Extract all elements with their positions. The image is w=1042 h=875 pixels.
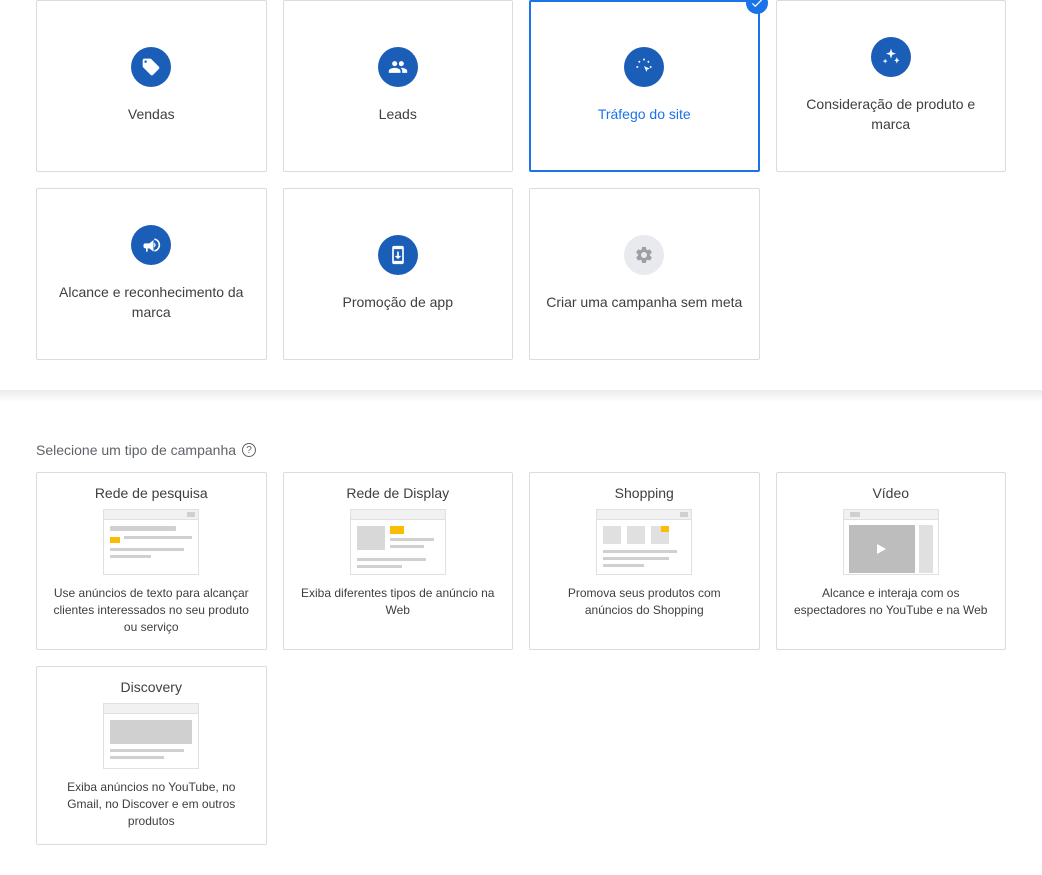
thumb-shopping	[596, 509, 692, 575]
goal-card-vendas[interactable]: Vendas	[36, 0, 267, 172]
gear-icon	[624, 235, 664, 275]
goal-label: Promoção de app	[332, 293, 463, 313]
check-icon	[746, 0, 768, 14]
app-download-icon	[378, 235, 418, 275]
type-title: Vídeo	[872, 485, 909, 501]
type-desc: Use anúncios de texto para alcançar clie…	[47, 585, 256, 635]
type-title: Discovery	[121, 679, 182, 695]
goals-grid: Vendas Leads Tráfego do site Consideraçã…	[36, 0, 1006, 360]
types-grid: Rede de pesquisa Use anúncios de texto p…	[36, 472, 1006, 845]
type-desc: Alcance e interaja com os espectadores n…	[787, 585, 996, 619]
type-title: Shopping	[615, 485, 674, 501]
thumb-search	[103, 509, 199, 575]
type-card-discovery[interactable]: Discovery Exiba anúncios no YouTube, no …	[36, 666, 267, 844]
goal-card-trafego[interactable]: Tráfego do site	[529, 0, 760, 172]
goals-section: Vendas Leads Tráfego do site Consideraçã…	[0, 0, 1042, 390]
type-desc: Promova seus produtos com anúncios do Sh…	[540, 585, 749, 619]
help-icon[interactable]: ?	[242, 443, 256, 457]
megaphone-icon	[131, 225, 171, 265]
sparkle-icon	[871, 37, 911, 77]
goal-label: Tráfego do site	[588, 105, 701, 125]
type-card-search[interactable]: Rede de pesquisa Use anúncios de texto p…	[36, 472, 267, 650]
thumb-video	[843, 509, 939, 575]
type-title: Rede de Display	[346, 485, 449, 501]
type-title: Rede de pesquisa	[95, 485, 208, 501]
thumb-discovery	[103, 703, 199, 769]
type-card-shopping[interactable]: Shopping Promova seus produtos com anúnc…	[529, 472, 760, 650]
type-card-video[interactable]: Vídeo Alcance e interaja com os espectad…	[776, 472, 1007, 650]
campaign-types-section: Selecione um tipo de campanha ? Rede de …	[0, 402, 1042, 875]
goal-label: Vendas	[118, 105, 185, 125]
tag-icon	[131, 47, 171, 87]
section-heading-text: Selecione um tipo de campanha	[36, 442, 236, 458]
goal-card-app[interactable]: Promoção de app	[283, 188, 514, 360]
type-card-display[interactable]: Rede de Display Exiba diferentes tipos d…	[283, 472, 514, 650]
goal-label: Criar uma campanha sem meta	[536, 293, 752, 313]
people-icon	[378, 47, 418, 87]
goal-label: Consideração de produto e marca	[777, 95, 1006, 134]
click-icon	[624, 47, 664, 87]
section-divider	[0, 390, 1042, 402]
type-desc: Exiba anúncios no YouTube, no Gmail, no …	[47, 779, 256, 829]
goal-card-leads[interactable]: Leads	[283, 0, 514, 172]
goal-card-consideracao[interactable]: Consideração de produto e marca	[776, 0, 1007, 172]
goal-card-sem-meta[interactable]: Criar uma campanha sem meta	[529, 188, 760, 360]
section-heading: Selecione um tipo de campanha ?	[36, 442, 1006, 458]
type-desc: Exiba diferentes tipos de anúncio na Web	[294, 585, 503, 619]
goal-label: Alcance e reconhecimento da marca	[37, 283, 266, 322]
thumb-display	[350, 509, 446, 575]
goal-card-alcance[interactable]: Alcance e reconhecimento da marca	[36, 188, 267, 360]
goal-label: Leads	[369, 105, 427, 125]
